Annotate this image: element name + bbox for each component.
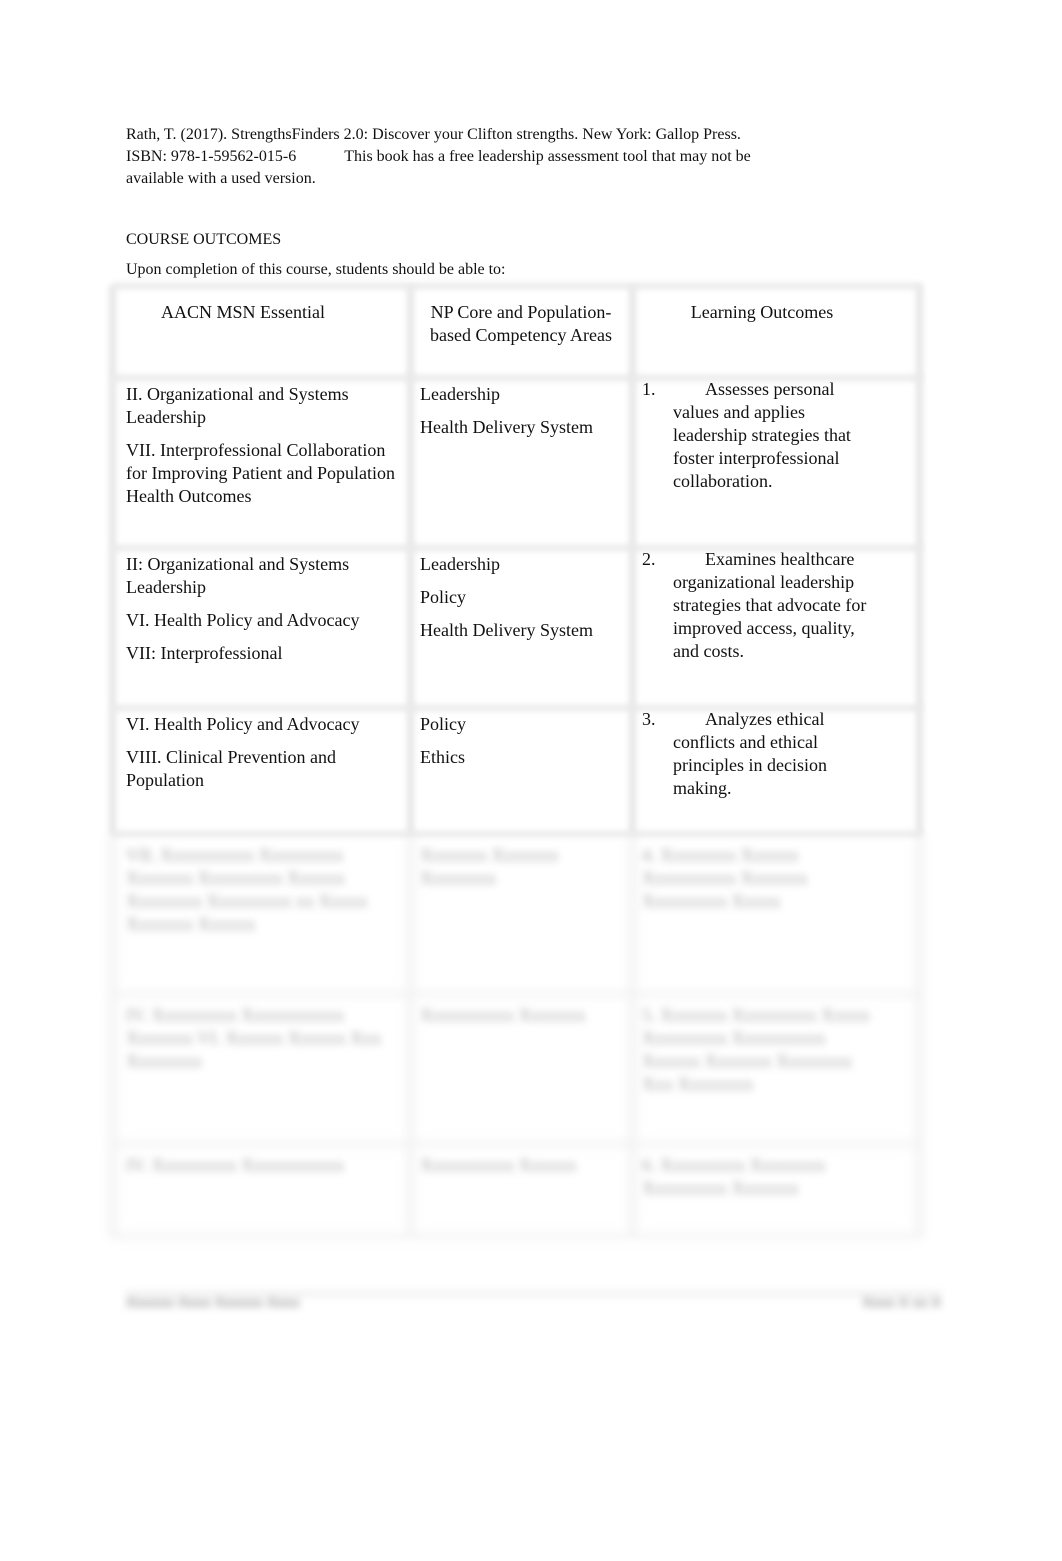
reference-citation: Rath, T. (2017). StrengthsFinders 2.0: D…: [126, 124, 846, 190]
citation-note: This book has a free leadership assessme…: [344, 148, 751, 165]
outcome-text-rest: organizational leadership strategies tha…: [673, 572, 867, 661]
essential-item: VIII. Clinical Prevention and Population: [126, 747, 336, 790]
blurred-cell: 6. Xxxxxxxxx Xxxxxxxx Xxxxxxxxx Xxxxxxx: [642, 1155, 826, 1198]
outcome-text-rest: conflicts and ethical principles in deci…: [673, 732, 827, 798]
footer-left-text: Xxxxxx Xxxx Xxxxxx Xxxx: [126, 1294, 300, 1310]
essential-cell: VI. Health Policy and Advocacy VIII. Clin…: [112, 708, 410, 834]
blurred-cell: IV. Xxxxxxxxx Xxxxxxxxxxx: [126, 1155, 345, 1175]
essential-item: II. Organizational and Systems Leadershi…: [126, 384, 349, 427]
table-row: II. Organizational and Systems Leadershi…: [109, 378, 923, 548]
essential-item: VII: Interprofessional: [126, 643, 283, 663]
blurred-table-row: VII. Xxxxxxxxxx Xxxxxxxxx Xxxxxxx Xxxxxx…: [109, 834, 923, 994]
learning-outcome: 2. Examines healthcare organizational lea…: [642, 548, 882, 663]
blurred-cell: 5. Xxxxxxx Xxxxxxxxx Xxxxx Xxxxxxxxx Xxx…: [642, 1005, 870, 1094]
essential-item: II: Organizational and Systems Leadershi…: [126, 554, 350, 597]
competency-item: Health Delivery System: [420, 620, 593, 640]
blurred-cell: Xxxxxxx Xxxxxxx Xxxxxxxx: [420, 845, 559, 888]
outcome-text-first: Analyzes ethical: [705, 709, 825, 729]
competency-cell: Leadership Policy Health Delivery System: [410, 548, 632, 708]
blurred-cell: 4. Xxxxxxxx Xxxxxx Xxxxxxxxxx Xxxxxxx Xx…: [642, 845, 808, 911]
citation-line: Rath, T. (2017). StrengthsFinders 2.0: D…: [126, 126, 741, 143]
table-row: VI. Health Policy and Advocacy VIII. Clin…: [109, 708, 923, 834]
outcome-text-first: Examines healthcare: [705, 549, 855, 569]
footer-page-number: Xxxx X xx X: [862, 1294, 941, 1310]
page-footer: Xxxxxx Xxxx Xxxxxx Xxxx Xxxx X xx X: [126, 1288, 941, 1312]
citation-note-continued: available with a used version.: [126, 170, 316, 187]
outcome-number: 2.: [642, 549, 656, 569]
section-intro: Upon completion of this course, students…: [126, 261, 506, 278]
learning-outcome: 1. Assesses personal values and applies l…: [642, 378, 882, 493]
outcome-number: 3.: [642, 709, 656, 729]
essential-item: VI. Health Policy and Advocacy: [126, 714, 360, 734]
blurred-cell: VII. Xxxxxxxxxx Xxxxxxxxx Xxxxxxx Xxxxxx…: [126, 845, 368, 934]
competency-item: Ethics: [420, 747, 465, 767]
column-header-competency: NP Core and Population-based Competency …: [430, 302, 612, 345]
blurred-cell: Xxxxxxxxxx Xxxxxx: [420, 1155, 577, 1175]
competency-item: Policy: [420, 587, 467, 607]
outcome-text-rest: values and applies leadership strategies…: [673, 402, 851, 491]
essential-cell: II. Organizational and Systems Leadershi…: [112, 378, 410, 548]
section-heading: COURSE OUTCOMES: [126, 231, 282, 248]
outcome-text-first: Assesses personal: [705, 379, 835, 399]
essential-item: VI. Health Policy and Advocacy: [126, 610, 360, 630]
column-header-essential: AACN MSN Essential: [161, 302, 326, 322]
competency-cell: Policy Ethics: [410, 708, 632, 834]
blurred-cell: IV. Xxxxxxxxx Xxxxxxxxxxx Xxxxxxx VI. Xx…: [126, 1005, 382, 1071]
essential-item: VII. Interprofessional Collaboration for…: [126, 440, 395, 506]
isbn: ISBN: 978-1-59562-015-6: [126, 148, 297, 165]
outcome-cell: 3. Analyzes ethical conflicts and ethical…: [632, 708, 922, 834]
blurred-table-row: IV. Xxxxxxxxx Xxxxxxxxxxx Xxxxxxxxxx Xxxx…: [109, 1144, 923, 1236]
column-header-outcomes: Learning Outcomes: [690, 302, 834, 322]
outcome-number: 1.: [642, 379, 656, 399]
course-outcomes-table: AACN MSN Essential NP Core and Populatio…: [109, 286, 923, 1236]
blurred-content: VII. Xxxxxxxxxx Xxxxxxxxx Xxxxxxx Xxxxxx…: [109, 834, 923, 1236]
competency-item: Policy: [420, 714, 467, 734]
outcome-cell: 1. Assesses personal values and applies l…: [632, 378, 922, 548]
competency-item: Leadership: [420, 384, 500, 404]
table-row: II: Organizational and Systems Leadershi…: [109, 548, 923, 708]
learning-outcome: 3. Analyzes ethical conflicts and ethical…: [642, 708, 882, 800]
competency-item: Leadership: [420, 554, 500, 574]
table-header-row: AACN MSN Essential NP Core and Populatio…: [109, 286, 923, 378]
citation-isbn-line: ISBN: 978-1-59562-015-6 This book has a f…: [126, 146, 846, 168]
blurred-table-row: IV. Xxxxxxxxx Xxxxxxxxxxx Xxxxxxx VI. Xx…: [109, 994, 923, 1144]
essential-cell: II: Organizational and Systems Leadershi…: [112, 548, 410, 708]
competency-item: Health Delivery System: [420, 417, 593, 437]
blurred-cell: Xxxxxxxxxx Xxxxxxx: [420, 1005, 586, 1025]
competency-cell: Leadership Health Delivery System: [410, 378, 632, 548]
outcome-cell: 2. Examines healthcare organizational lea…: [632, 548, 922, 708]
